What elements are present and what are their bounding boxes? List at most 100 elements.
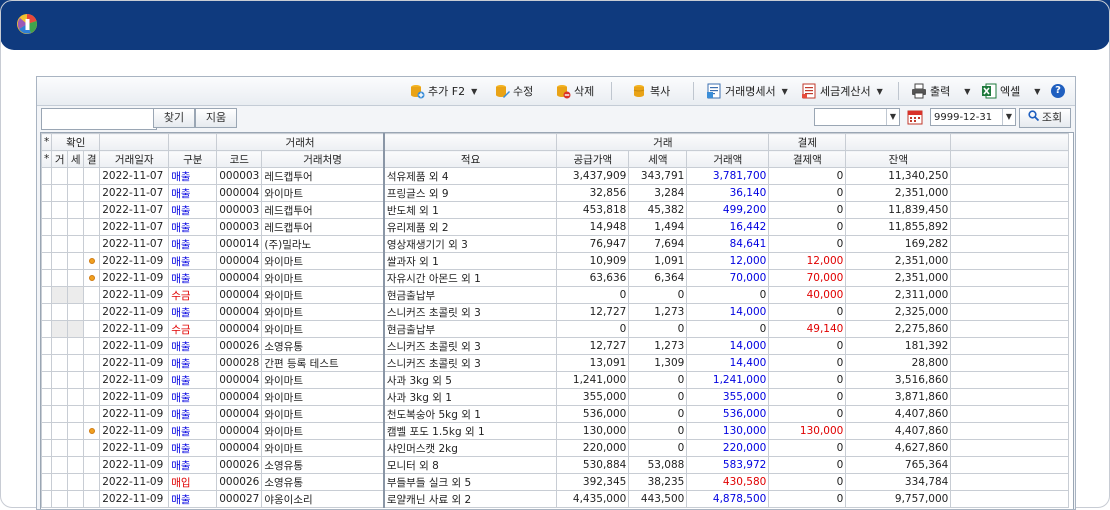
- col-header-partner-name[interactable]: 거래처명: [261, 150, 385, 168]
- find-button[interactable]: 찾기: [153, 108, 195, 128]
- print-button[interactable]: 출력 ▼: [911, 81, 970, 101]
- filter-combo[interactable]: ▼: [814, 108, 900, 126]
- chevron-down-icon[interactable]: ▼: [1002, 109, 1015, 125]
- add-button[interactable]: 추가 F2 ▼: [409, 81, 477, 101]
- summary-cell: 스니커즈 초콜릿 외 3: [382, 303, 558, 321]
- summary-cell: 부들부들 실크 외 5: [382, 473, 558, 491]
- calendar-icon[interactable]: [907, 109, 923, 125]
- table-row[interactable]: 2022-11-09 매출 000004 와이마트 스니커즈 초콜릿 외 3 12,727…: [41, 303, 1070, 321]
- type-cell: 매출: [168, 184, 218, 202]
- date-cell: 2022-11-07: [99, 235, 170, 253]
- col-header-c2[interactable]: 세: [67, 150, 85, 168]
- print-dropdown-icon[interactable]: ▼: [964, 87, 970, 96]
- confirm-cell-2: [67, 235, 85, 253]
- table-row[interactable]: 2022-11-09 매출 000004 와이마트 사과 3kg 외 5 1,241,00…: [41, 371, 1070, 389]
- table-row[interactable]: 2022-11-09 매출 000004 와이마트 쌀과자 외 1 10,909 1,091…: [41, 252, 1070, 270]
- table-row[interactable]: 2022-11-09 매출 000004 와이마트 자유시간 아몬드 외 1 63,636…: [41, 269, 1070, 287]
- supply-cell: 453,818: [556, 201, 630, 219]
- code-cell: 000004: [216, 184, 263, 202]
- filler-cell: [950, 167, 1070, 185]
- col-header-paid[interactable]: 결제액: [768, 150, 847, 168]
- empty-header: [99, 133, 170, 151]
- chevron-down-icon[interactable]: ▼: [886, 109, 899, 125]
- edit-button[interactable]: 수정: [494, 81, 533, 101]
- table-row[interactable]: 2022-11-07 매출 000003 레드캡투어 반도체 외 1 453,818 45,…: [41, 201, 1070, 219]
- table-row[interactable]: 2022-11-09 수금 000004 와이마트 현금출납부 0 0 0 40,000 2,31…: [41, 286, 1070, 304]
- confirm-cell-1: [51, 235, 69, 253]
- col-header-tax[interactable]: 세액: [628, 150, 688, 168]
- paid-cell: 0: [768, 371, 847, 389]
- code-cell: 000004: [216, 422, 263, 440]
- sales-ledger-window: 추가 F2 ▼ 수정 삭제 복사 거래명세서 ▼ 세금계산서 ▼ 출력 ▼ 엑셀…: [36, 76, 1076, 510]
- table-row[interactable]: 2022-11-07 매출 000003 레드캡투어 유리제품 외 2 14,948 1,4…: [41, 218, 1070, 236]
- confirm-cell-1: [51, 473, 69, 491]
- confirm-cell-1: [51, 405, 69, 423]
- type-cell: 매출: [168, 269, 218, 287]
- summary-cell: 모니터 외 8: [382, 456, 558, 474]
- help-button[interactable]: ?: [1051, 81, 1065, 101]
- partner-cell: 와이마트: [261, 405, 385, 423]
- copy-button[interactable]: 복사: [631, 81, 670, 101]
- row-marker-cell: [41, 456, 53, 474]
- toolbar-separator: [693, 82, 694, 100]
- row-marker-cell: [41, 473, 53, 491]
- table-row[interactable]: 2022-11-09 수금 000004 와이마트 현금출납부 0 0 0 49,140 2,27…: [41, 320, 1070, 338]
- row-marker-cell: [41, 490, 53, 508]
- col-header-type[interactable]: 구분: [168, 150, 218, 168]
- col-header-supply[interactable]: 공급가액: [556, 150, 630, 168]
- confirm-cell-1: [51, 371, 69, 389]
- col-header-code[interactable]: 코드: [216, 150, 263, 168]
- table-row[interactable]: 2022-11-09 매출 000026 소영유통 모니터 외 8 530,884 53,0…: [41, 456, 1070, 474]
- table-row[interactable]: 2022-11-09 매출 000004 와이마트 샤인머스캣 2kg 220,000 0 2…: [41, 439, 1070, 457]
- col-header-c3[interactable]: 결: [83, 150, 101, 168]
- tax-cell: 7,694: [628, 235, 688, 253]
- row-marker-cell: [41, 388, 53, 406]
- tax-invoice-dropdown-icon[interactable]: ▼: [877, 87, 883, 96]
- add-db-icon: [409, 83, 425, 99]
- col-header-date[interactable]: 거래일자: [99, 150, 170, 168]
- clear-button[interactable]: 지움: [195, 108, 237, 128]
- table-row[interactable]: 2022-11-09 매출 000004 와이마트 천도복숭아 5kg 외 1 536,0…: [41, 405, 1070, 423]
- table-row[interactable]: 2022-11-09 매입 000026 소영유통 부들부들 실크 외 5 392,345…: [41, 473, 1070, 491]
- table-row[interactable]: 2022-11-07 매출 000003 레드캡투어 석유제품 외 4 3,437,909…: [41, 167, 1070, 185]
- tax-invoice-button[interactable]: 세금계산서 ▼: [801, 81, 883, 101]
- supply-cell: 530,884: [556, 456, 630, 474]
- balance-cell: 334,784: [845, 473, 952, 491]
- confirm-cell-2: [67, 456, 85, 474]
- type-cell: 매출: [168, 167, 218, 185]
- table-row[interactable]: 2022-11-09 매출 000004 와이마트 캠벨 포도 1.5kg 외 1 130…: [41, 422, 1070, 440]
- filler-cell: [950, 252, 1070, 270]
- table-row[interactable]: 2022-11-07 매출 000004 와이마트 프링글스 외 9 32,856 3,28…: [41, 184, 1070, 202]
- col-header-balance[interactable]: 잔액: [845, 150, 952, 168]
- col-header-summary[interactable]: 적요: [382, 150, 558, 168]
- search-input[interactable]: [41, 108, 157, 130]
- balance-cell: 11,340,250: [845, 167, 952, 185]
- confirm-cell-3: [83, 269, 101, 287]
- confirm-cell-3: [83, 184, 101, 202]
- type-cell: 매출: [168, 388, 218, 406]
- confirm-cell-3: [83, 235, 101, 253]
- col-header-c1[interactable]: 거: [51, 150, 69, 168]
- search-icon: [1028, 109, 1040, 127]
- copy-db-icon: [631, 83, 647, 99]
- row-marker-cell: [41, 167, 53, 185]
- col-header-amount[interactable]: 거래액: [686, 150, 770, 168]
- table-row[interactable]: 2022-11-07 매출 000014 (주)밀라노 영상재생기기 외 3 76,947…: [41, 235, 1070, 253]
- table-row[interactable]: 2022-11-09 매출 000004 와이마트 사과 3kg 외 1 355,000 0…: [41, 388, 1070, 406]
- statement-dropdown-icon[interactable]: ▼: [782, 87, 788, 96]
- delete-button[interactable]: 삭제: [555, 81, 594, 101]
- date-combo[interactable]: 9999-12-31 ▼: [930, 108, 1016, 126]
- excel-button[interactable]: 엑셀 ▼: [981, 81, 1040, 101]
- date-cell: 2022-11-07: [99, 201, 170, 219]
- confirm-cell-2: [67, 388, 85, 406]
- table-row[interactable]: 2022-11-09 매출 000028 간편 등록 테스트 스니커즈 초콜릿 외 31…: [41, 354, 1070, 372]
- statement-button[interactable]: 거래명세서 ▼: [706, 81, 788, 101]
- query-button[interactable]: 조회: [1019, 108, 1071, 128]
- table-row[interactable]: 2022-11-09 매출 000027 야옹이소리 로얄캐닌 사료 외 2 4,435,…: [41, 490, 1070, 508]
- tax-cell: 1,273: [628, 303, 688, 321]
- confirm-cell-3: [83, 439, 101, 457]
- table-row[interactable]: 2022-11-09 매출 000026 소영유통 스니커즈 초콜릿 외 3 12,727…: [41, 337, 1070, 355]
- confirm-cell-1: [51, 252, 69, 270]
- excel-dropdown-icon[interactable]: ▼: [1034, 87, 1040, 96]
- add-dropdown-icon[interactable]: ▼: [471, 87, 477, 96]
